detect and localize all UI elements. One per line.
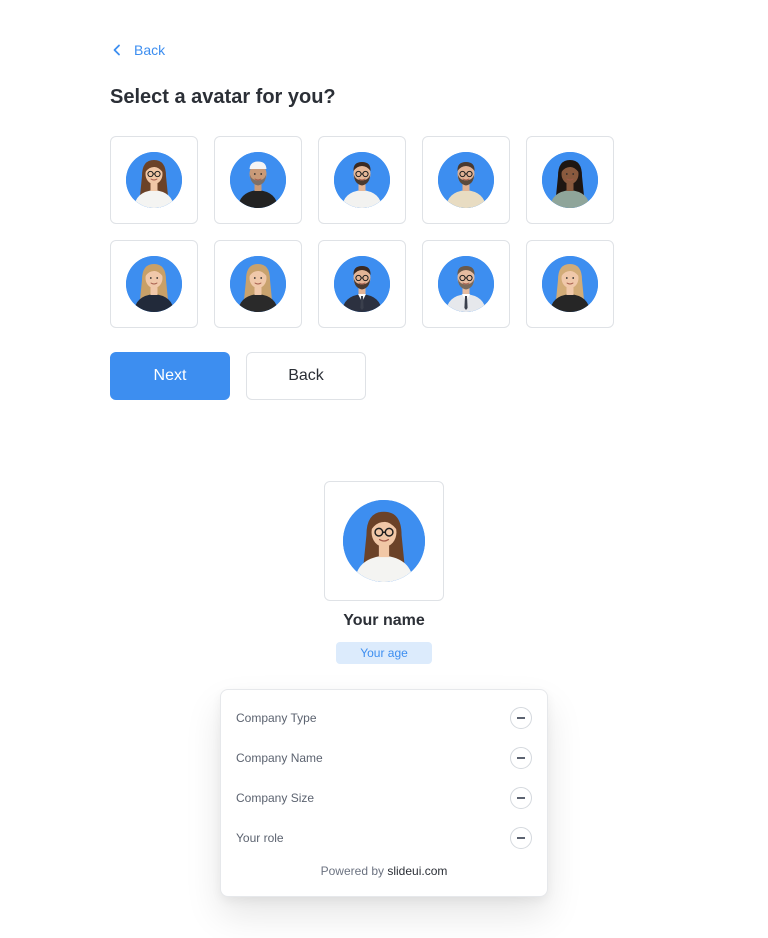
avatar-image bbox=[334, 256, 390, 312]
profile-age-badge: Your age bbox=[336, 642, 432, 664]
avatar-image bbox=[438, 256, 494, 312]
avatar-option-woman-blonde-dark-blazer[interactable] bbox=[214, 240, 302, 328]
avatar-option-man-glasses-white-shirt-tie[interactable] bbox=[422, 240, 510, 328]
minus-icon[interactable] bbox=[510, 827, 532, 849]
back-button[interactable]: Back bbox=[246, 352, 366, 400]
avatar-image bbox=[438, 152, 494, 208]
detail-row: Company Size bbox=[236, 786, 532, 810]
back-link-label: Back bbox=[134, 42, 166, 58]
avatar-grid bbox=[110, 136, 614, 328]
avatar-image bbox=[542, 256, 598, 312]
selected-avatar bbox=[343, 500, 425, 582]
avatar-image bbox=[126, 256, 182, 312]
profile-name: Your name bbox=[343, 612, 425, 629]
avatar-option-woman-curly-green-shirt[interactable] bbox=[526, 136, 614, 224]
selected-avatar-card bbox=[324, 481, 444, 601]
powered-by: Powered by slideui.com bbox=[221, 864, 547, 878]
minus-icon[interactable] bbox=[510, 747, 532, 769]
next-button[interactable]: Next bbox=[110, 352, 230, 400]
back-link[interactable]: Back bbox=[110, 40, 165, 60]
avatar-image bbox=[126, 152, 182, 208]
detail-row: Company Type bbox=[236, 706, 532, 730]
avatar-option-man-glasses-suit-tie[interactable] bbox=[318, 240, 406, 328]
powered-by-prefix: Powered by bbox=[320, 864, 384, 878]
avatar-option-woman-blonde-black-suit[interactable] bbox=[526, 240, 614, 328]
powered-by-brand[interactable]: slideui.com bbox=[387, 864, 447, 878]
avatar-image bbox=[230, 256, 286, 312]
details-card: Company Type Company Name Company Size Your… bbox=[220, 689, 548, 897]
detail-label: Company Type bbox=[236, 711, 317, 725]
minus-icon[interactable] bbox=[510, 787, 532, 809]
detail-label: Your role bbox=[236, 831, 284, 845]
avatar-option-man-glasses-white-shirt[interactable] bbox=[318, 136, 406, 224]
avatar-option-man-glasses-beige-shirt[interactable] bbox=[422, 136, 510, 224]
detail-label: Company Size bbox=[236, 791, 315, 805]
detail-label: Company Name bbox=[236, 751, 323, 765]
avatar-image bbox=[542, 152, 598, 208]
avatar-option-man-beard-white-cap[interactable] bbox=[214, 136, 302, 224]
minus-icon[interactable] bbox=[510, 707, 532, 729]
chevron-left-icon bbox=[113, 44, 120, 56]
avatar-image bbox=[334, 152, 390, 208]
avatar-option-woman-glasses-white-shirt[interactable] bbox=[110, 136, 198, 224]
detail-row: Company Name bbox=[236, 746, 532, 770]
detail-row: Your role bbox=[236, 826, 532, 850]
avatar-option-woman-blonde-black-blazer[interactable] bbox=[110, 240, 198, 328]
page-title: Select a avatar for you? bbox=[110, 86, 336, 108]
avatar-image bbox=[230, 152, 286, 208]
